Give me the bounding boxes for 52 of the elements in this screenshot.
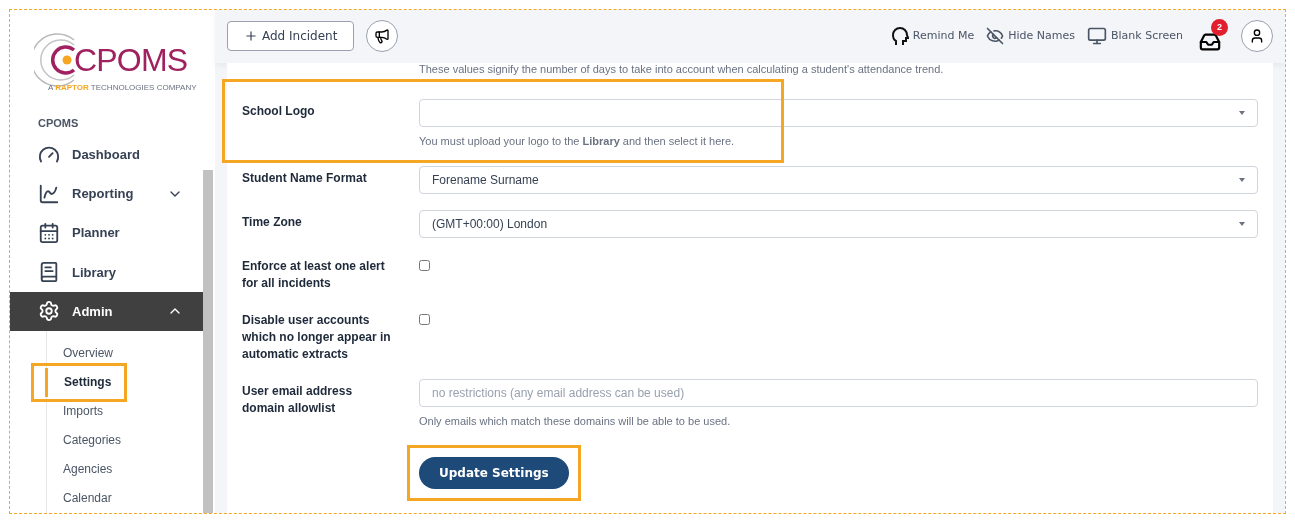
scrollbar[interactable] — [203, 169, 213, 513]
update-settings-button[interactable]: Update Settings — [419, 457, 569, 489]
select-field[interactable] — [419, 99, 1258, 127]
help-text: These values signify the number of days to take into account when calculating a student's attendance trend. — [419, 61, 945, 77]
checkbox[interactable] — [419, 313, 430, 325]
toolbar-button[interactable]: Blank Screen — [1087, 26, 1183, 47]
submenu-item[interactable]: Categories — [47, 425, 203, 455]
book-icon — [38, 261, 60, 284]
submenu-item[interactable]: Calendar — [47, 483, 203, 513]
toolbar-button[interactable]: Remind Me — [890, 26, 975, 47]
field-label: Enforce at least one alert for all incidents — [242, 257, 386, 292]
nav-item[interactable]: Reporting — [10, 174, 203, 214]
profile-button[interactable] — [1241, 20, 1273, 53]
field-label: Student Name Format — [242, 169, 368, 187]
submenu-item[interactable]: Overview — [47, 338, 203, 368]
submenu-item[interactable]: Settings — [45, 367, 124, 397]
plus-icon — [244, 29, 258, 44]
nav-item[interactable]: Admin — [10, 291, 203, 331]
select-field[interactable]: Forename Surname — [419, 165, 1258, 194]
toolbar-button[interactable]: Hide Names — [986, 27, 1075, 46]
announce-button[interactable] — [366, 20, 399, 53]
checkbox[interactable] — [419, 259, 430, 271]
nav-item[interactable]: Library — [10, 252, 203, 292]
calendar-icon — [38, 222, 60, 245]
line-chart-icon — [38, 183, 60, 206]
submenu-item[interactable]: Agencies — [47, 454, 203, 484]
dropdown-caret-icon — [1239, 111, 1245, 115]
field-label: Disable user accounts which no longer appear in automatic extracts — [242, 311, 392, 363]
dropdown-caret-icon — [1239, 221, 1245, 226]
notification-badge: 2 — [1211, 19, 1228, 37]
submenu-item[interactable]: Imports — [47, 396, 203, 426]
sidebar-heading: CPOMS — [37, 116, 80, 131]
logo-wordmark: CPOMS — [74, 44, 188, 76]
field-label: School Logo — [242, 103, 316, 120]
field-label: User email address domain allowlist — [242, 382, 354, 417]
field-label: Time Zone — [242, 213, 303, 231]
logo-tagline: A RAPTOR TECHNOLOGIES COMPANY — [48, 82, 197, 94]
megaphone-icon — [374, 28, 391, 45]
add-incident-button[interactable]: Add Incident — [227, 21, 355, 52]
monitor-icon — [1087, 26, 1107, 47]
dropdown-caret-icon — [1239, 177, 1245, 182]
gear-icon — [38, 300, 60, 323]
help-text: You must upload your logo to the Library and then select it here. — [419, 134, 736, 149]
inbox-button[interactable]: 2 — [1199, 19, 1229, 54]
nav-item[interactable]: Dashboard — [10, 135, 203, 175]
head-icon — [890, 26, 909, 47]
help-text: Only emails which match these domains will be able to be used. — [419, 413, 732, 429]
nav-item[interactable]: Planner — [10, 213, 203, 253]
input-field[interactable]: no restrictions (any email address can be used) — [419, 378, 1258, 407]
select-field[interactable]: (GMT+00:00) London — [419, 209, 1258, 238]
eye-off-icon — [986, 27, 1005, 46]
user-icon — [1249, 28, 1265, 45]
